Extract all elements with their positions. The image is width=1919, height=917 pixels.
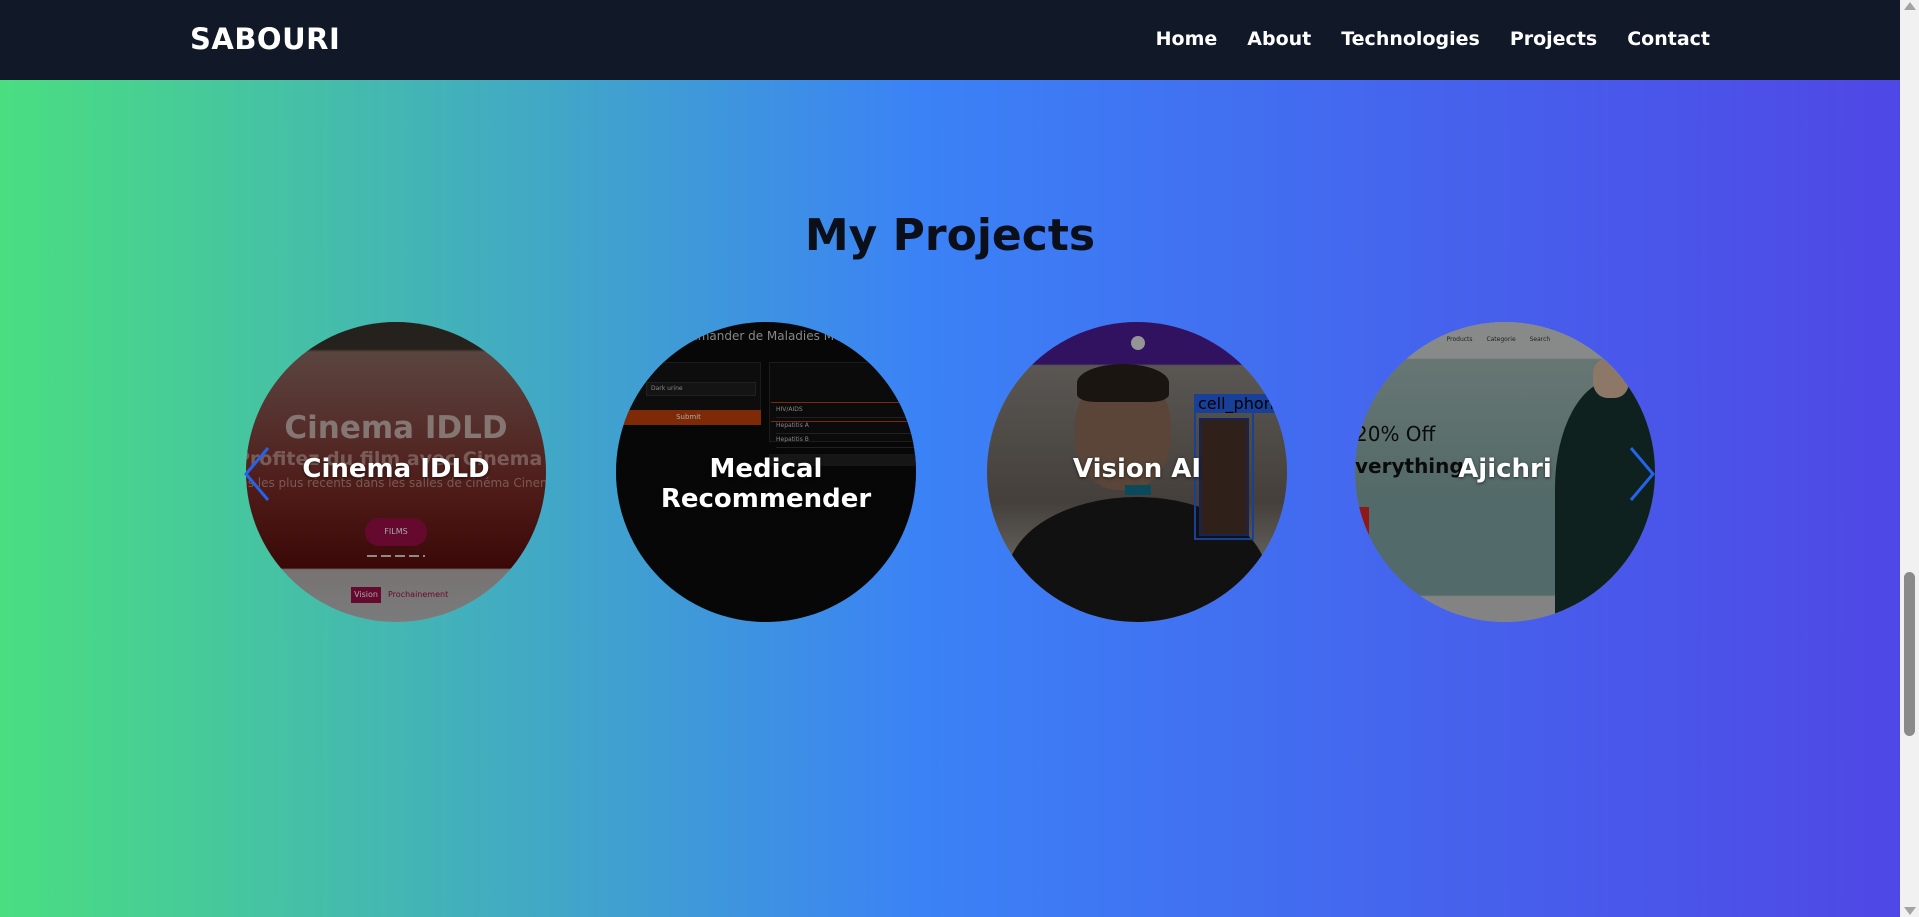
- carousel-next-button[interactable]: [1623, 444, 1659, 504]
- brand-logo[interactable]: SABOURI: [190, 22, 340, 56]
- chevron-left-icon: [244, 447, 270, 501]
- project-card-ajichri[interactable]: Home Products Categorie Search 20% Off v…: [1355, 322, 1655, 622]
- section-title: My Projects: [804, 210, 1096, 261]
- nav-link-about[interactable]: About: [1247, 28, 1311, 50]
- page-scrollbar[interactable]: [1900, 0, 1919, 917]
- scroll-up-icon[interactable]: [1904, 2, 1916, 10]
- project-title: Vision AI: [1072, 454, 1202, 484]
- project-title: Medical Recommender: [660, 454, 872, 514]
- project-title: Cinema IDLD: [302, 454, 490, 484]
- carousel-prev-button[interactable]: [240, 444, 276, 504]
- project-title: Ajichri: [1458, 454, 1552, 484]
- navbar: SABOURI Home About Technologies Projects…: [0, 0, 1900, 80]
- nav-links: Home About Technologies Projects Contact: [1126, 28, 1710, 50]
- project-card-vision[interactable]: cell_phon Vision AI: [987, 322, 1287, 622]
- project-card-cinema[interactable]: Cinema IDLD Profitez du film avec Cinema…: [246, 322, 546, 622]
- nav-link-technologies[interactable]: Technologies: [1341, 28, 1480, 50]
- projects-carousel: Cinema IDLD Profitez du film avec Cinema…: [0, 322, 1900, 622]
- scrollbar-thumb[interactable]: [1904, 572, 1915, 736]
- nav-link-projects[interactable]: Projects: [1510, 28, 1597, 50]
- nav-link-contact[interactable]: Contact: [1627, 28, 1710, 50]
- scroll-down-icon[interactable]: [1904, 907, 1916, 915]
- project-card-medical[interactable]: mmander de Maladies Méd Dark urine Submi…: [616, 322, 916, 622]
- chevron-right-icon: [1629, 447, 1655, 501]
- nav-link-home[interactable]: Home: [1156, 28, 1218, 50]
